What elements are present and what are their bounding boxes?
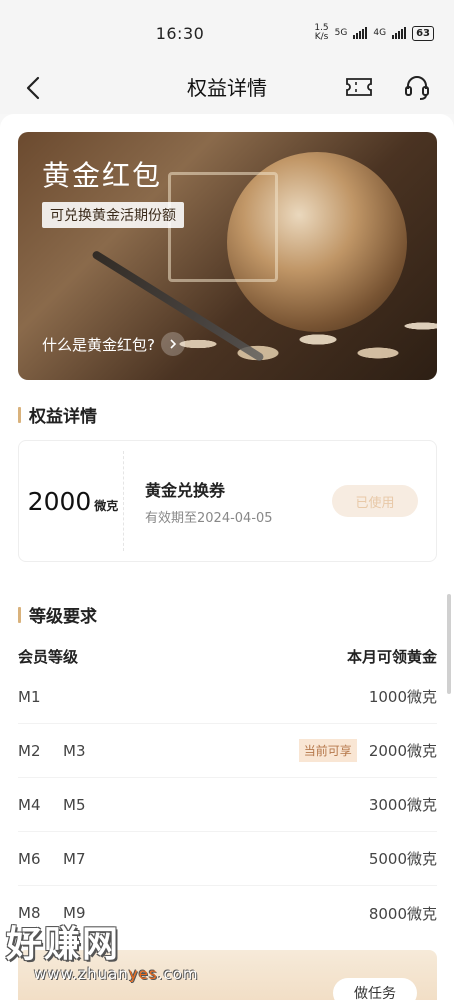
page-title: 权益详情: [187, 76, 267, 100]
status-bar: 16:30 1.5 K/s 5G 4G 63: [0, 0, 454, 66]
do-task-button[interactable]: 做任务: [333, 978, 417, 1000]
banner-link-label: 什么是黄金红包?: [42, 335, 155, 354]
gold-col-header: 本月可领黄金: [346, 648, 437, 666]
rights-section-heading: 权益详情: [18, 402, 97, 427]
current-level-badge: 当前可享: [298, 739, 357, 762]
abacus-image: [168, 172, 278, 282]
customer-service-icon[interactable]: [402, 72, 432, 102]
network-5g-label: 5G: [334, 28, 348, 38]
voucher-amount-value: 2000: [27, 486, 92, 516]
watermark: 好赚网 www.zhuanyes.com: [0, 915, 200, 985]
what-is-gold-link[interactable]: 什么是黄金红包?: [42, 332, 185, 356]
signal-icon: [353, 27, 368, 39]
watermark-url: www.zhuanyes.com: [34, 965, 199, 983]
ticket-icon[interactable]: [344, 74, 374, 100]
level-amount: 3000微克: [368, 796, 437, 814]
level-row: M6 M7 5000微克: [18, 832, 437, 886]
voucher-name: 黄金兑换券: [145, 481, 226, 500]
signal-icon-2: [392, 27, 407, 39]
level-section-heading: 等级要求: [18, 602, 97, 627]
voucher-divider: [123, 451, 124, 551]
section-accent-bar: [18, 406, 21, 423]
level-amount: 2000微克: [368, 742, 437, 760]
level-amount: 8000微克: [368, 904, 437, 923]
watermark-logo: 好赚网: [6, 924, 121, 965]
voucher-amount-unit: 微克: [94, 498, 119, 513]
level-section-title: 等级要求: [29, 607, 97, 627]
level-label: M2: [18, 741, 41, 760]
status-icons: 1.5 K/s 5G 4G 63: [314, 24, 434, 42]
content-panel: 黄金红包 可兑换黄金活期份额 什么是黄金红包? 权益详情 2000 微克 黄金兑…: [0, 114, 454, 1000]
banner-title: 黄金红包: [42, 159, 163, 192]
level-row: M1 1000微克: [18, 670, 437, 724]
level-label: M3: [63, 741, 86, 760]
status-time: 16:30: [155, 24, 205, 43]
chevron-right-icon: [160, 332, 185, 356]
battery-icon: 63: [412, 25, 434, 41]
section-accent-bar: [18, 606, 21, 623]
level-label: M7: [63, 849, 86, 868]
level-label: M5: [63, 795, 86, 814]
level-amount: 5000微克: [368, 850, 437, 868]
voucher-used-button[interactable]: 已使用: [332, 485, 418, 517]
level-amount: 1000微克: [368, 688, 437, 706]
network-4g-label: 4G: [373, 28, 387, 38]
level-col-header: 会员等级: [18, 648, 79, 666]
level-row: M4 M5 3000微克: [18, 778, 437, 832]
banner-tag: 可兑换黄金活期份额: [42, 202, 184, 228]
scrollbar[interactable]: [447, 594, 451, 694]
level-table-header: 会员等级 本月可领黄金: [18, 646, 437, 667]
gold-banner[interactable]: 黄金红包 可兑换黄金活期份额 什么是黄金红包?: [18, 132, 437, 380]
level-label: M6: [18, 849, 41, 868]
gold-voucher-card: 2000 微克 黄金兑换券 有效期至2024-04-05 已使用: [18, 440, 437, 562]
network-speed: 1.5 K/s: [314, 23, 329, 42]
level-row: M2 M3 当前可享 2000微克: [18, 724, 437, 778]
nav-bar: 权益详情: [0, 60, 454, 114]
rights-section-title: 权益详情: [29, 407, 97, 427]
voucher-expiry: 有效期至2024-04-05: [145, 511, 273, 526]
level-label: M1: [18, 687, 41, 706]
voucher-amount: 2000 微克: [23, 441, 123, 561]
level-label: M4: [18, 795, 41, 814]
